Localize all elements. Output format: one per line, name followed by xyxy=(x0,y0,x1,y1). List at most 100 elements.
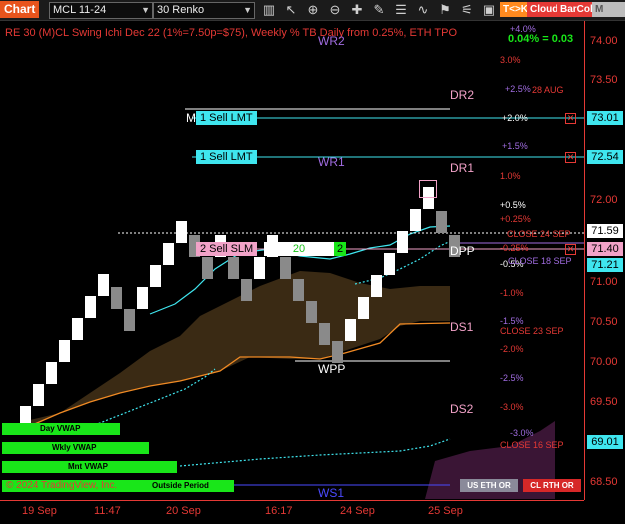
level-wr2: WR2 xyxy=(318,34,345,48)
close-label: CLOSE 16 SEP xyxy=(500,440,564,450)
instrument-selector[interactable]: MCL 11-24 ▼ xyxy=(49,2,153,19)
toolbar: Chart MCL 11-24 ▼ 30 Renko ▼ ▥ ↖ ⊕ ⊖ ✚ ✎… xyxy=(0,0,625,21)
pct-label: +0.25% xyxy=(500,214,531,224)
renko-brick-up xyxy=(397,231,408,253)
zoom-out-icon[interactable]: ⊖ xyxy=(327,2,343,18)
draw-tools-icon[interactable]: ✎ xyxy=(371,2,387,18)
renko-brick-up xyxy=(358,297,369,319)
level-wpp: WPP xyxy=(318,362,346,376)
properties-icon[interactable]: ☰ xyxy=(393,2,409,18)
renko-brick-up xyxy=(59,340,70,362)
renko-brick-up xyxy=(150,265,161,287)
order-quantity[interactable]: 20 xyxy=(264,242,334,256)
pct-label: -3.0% xyxy=(510,428,534,438)
renko-brick-down xyxy=(228,257,239,279)
sell-limit-order-2[interactable]: 1 Sell LMT xyxy=(196,150,257,164)
renko-brick-down xyxy=(280,257,291,279)
renko-brick-up xyxy=(137,287,148,309)
level-ws1: WS1 xyxy=(318,486,345,500)
barcol-button[interactable]: BarCol xyxy=(557,2,596,17)
level-m: M xyxy=(186,111,196,125)
renko-brick-up xyxy=(72,318,83,340)
renko-brick-up xyxy=(85,296,96,318)
marker-box xyxy=(419,180,437,198)
strategy-icon[interactable]: ⚑ xyxy=(437,2,453,18)
sell-limit-order-1[interactable]: 1 Sell LMT xyxy=(196,111,257,125)
cl-rth-or-button[interactable]: CL RTH OR xyxy=(523,479,581,492)
level-wr1: WR1 xyxy=(318,155,345,169)
renko-brick-up xyxy=(98,274,109,296)
pct-label: +0.5% xyxy=(500,200,526,210)
time-tick: 24 Sep xyxy=(340,505,375,517)
chevron-down-icon: ▼ xyxy=(243,5,252,15)
order-quantity-badge[interactable]: 2 xyxy=(334,242,346,256)
pct-label: +4.0% xyxy=(510,24,536,34)
price-tick: 70.50 xyxy=(590,316,618,328)
pct-label: -1.5% xyxy=(500,316,524,326)
chart-title: RE 30 (M)CL Swing Ichi Dec 22 (1%=7.50p=… xyxy=(5,27,457,39)
us-eth-or-button[interactable]: US ETH OR xyxy=(460,479,518,492)
cancel-order-icon[interactable]: ✕ xyxy=(565,152,576,163)
pct-readout: 0.04% = 0.03 xyxy=(508,33,574,45)
close-label: 28 AUG xyxy=(532,85,564,95)
chart-tab[interactable]: Chart xyxy=(0,1,40,18)
renko-brick-down xyxy=(319,323,330,345)
pct-label: -0.25% xyxy=(500,243,529,253)
bar-type-selector[interactable]: 30 Renko ▼ xyxy=(153,2,255,19)
chart-plot-area[interactable]: RE 30 (M)CL Swing Ichi Dec 22 (1%=7.50p=… xyxy=(0,21,584,500)
renko-brick-up xyxy=(46,362,57,384)
sell-stop-order[interactable]: 2 Sell SLM xyxy=(196,242,258,256)
time-axis[interactable]: 19 Sep 11:47 20 Sep 16:17 24 Sep 25 Sep xyxy=(0,500,584,524)
cancel-order-icon[interactable]: ✕ xyxy=(565,244,576,255)
renko-brick-up xyxy=(254,257,265,279)
cancel-order-icon[interactable]: ✕ xyxy=(565,113,576,124)
mvwap-button[interactable]: M VWA xyxy=(592,2,625,17)
pct-label: +2.0% xyxy=(502,113,528,123)
price-tag: 71.40 xyxy=(587,242,623,256)
bars-icon[interactable]: ▥ xyxy=(261,2,277,18)
pct-label: -2.0% xyxy=(500,344,524,354)
price-tag: 72.54 xyxy=(587,150,623,164)
renko-brick-up xyxy=(33,384,44,406)
price-tick: 74.00 xyxy=(590,35,618,47)
pct-label: -2.5% xyxy=(500,373,524,383)
renko-brick-up xyxy=(163,243,174,265)
time-tick: 19 Sep xyxy=(22,505,57,517)
renko-brick-down xyxy=(332,341,343,363)
price-tick: 71.00 xyxy=(590,276,618,288)
renko-brick-down xyxy=(293,279,304,301)
pct-label: -3.0% xyxy=(500,402,524,412)
price-tick: 68.50 xyxy=(590,476,618,488)
renko-brick-down xyxy=(111,287,122,309)
price-tag: 69.01 xyxy=(587,435,623,449)
pct-label: 1.0% xyxy=(500,171,521,181)
monthly-vwap-bar: Mnt VWAP xyxy=(2,461,177,473)
cursor-icon[interactable]: ↖ xyxy=(283,2,299,18)
price-tick: 73.50 xyxy=(590,74,618,86)
time-tick: 11:47 xyxy=(94,505,121,517)
indicator-icon[interactable]: ∿ xyxy=(415,2,431,18)
time-tick: 25 Sep xyxy=(428,505,463,517)
renko-brick-down xyxy=(241,279,252,301)
level-ds2: DS2 xyxy=(450,402,474,416)
price-axis[interactable]: 74.00 73.50 73.01 72.54 72.00 71.59 71.4… xyxy=(584,21,625,500)
chevron-down-icon: ▼ xyxy=(141,5,150,15)
snapshot-icon[interactable]: ▣ xyxy=(481,2,497,18)
zoom-in-icon[interactable]: ⊕ xyxy=(305,2,321,18)
close-label: CLOSE 24 SEP xyxy=(507,229,571,239)
dotted-cyan-line-lower xyxy=(179,438,451,467)
level-dr1: DR1 xyxy=(450,161,475,175)
renko-brick-down xyxy=(306,301,317,323)
renko-brick-down xyxy=(436,211,447,233)
bar-type-value: 30 Renko xyxy=(157,4,205,16)
layout-icon[interactable]: ⚟ xyxy=(459,2,475,18)
instrument-value: MCL 11-24 xyxy=(53,4,107,16)
level-dpp: DPP xyxy=(450,244,475,258)
time-tick: 20 Sep xyxy=(166,505,201,517)
level-ds1: DS1 xyxy=(450,320,474,334)
weekly-vwap-bar: Wkly VWAP xyxy=(2,442,149,454)
crosshair-icon[interactable]: ✚ xyxy=(349,2,365,18)
time-tick: 16:17 xyxy=(265,505,293,517)
copyright: © 2024 TradingView, Inc. xyxy=(6,480,118,491)
pct-label: 3.0% xyxy=(500,55,521,65)
